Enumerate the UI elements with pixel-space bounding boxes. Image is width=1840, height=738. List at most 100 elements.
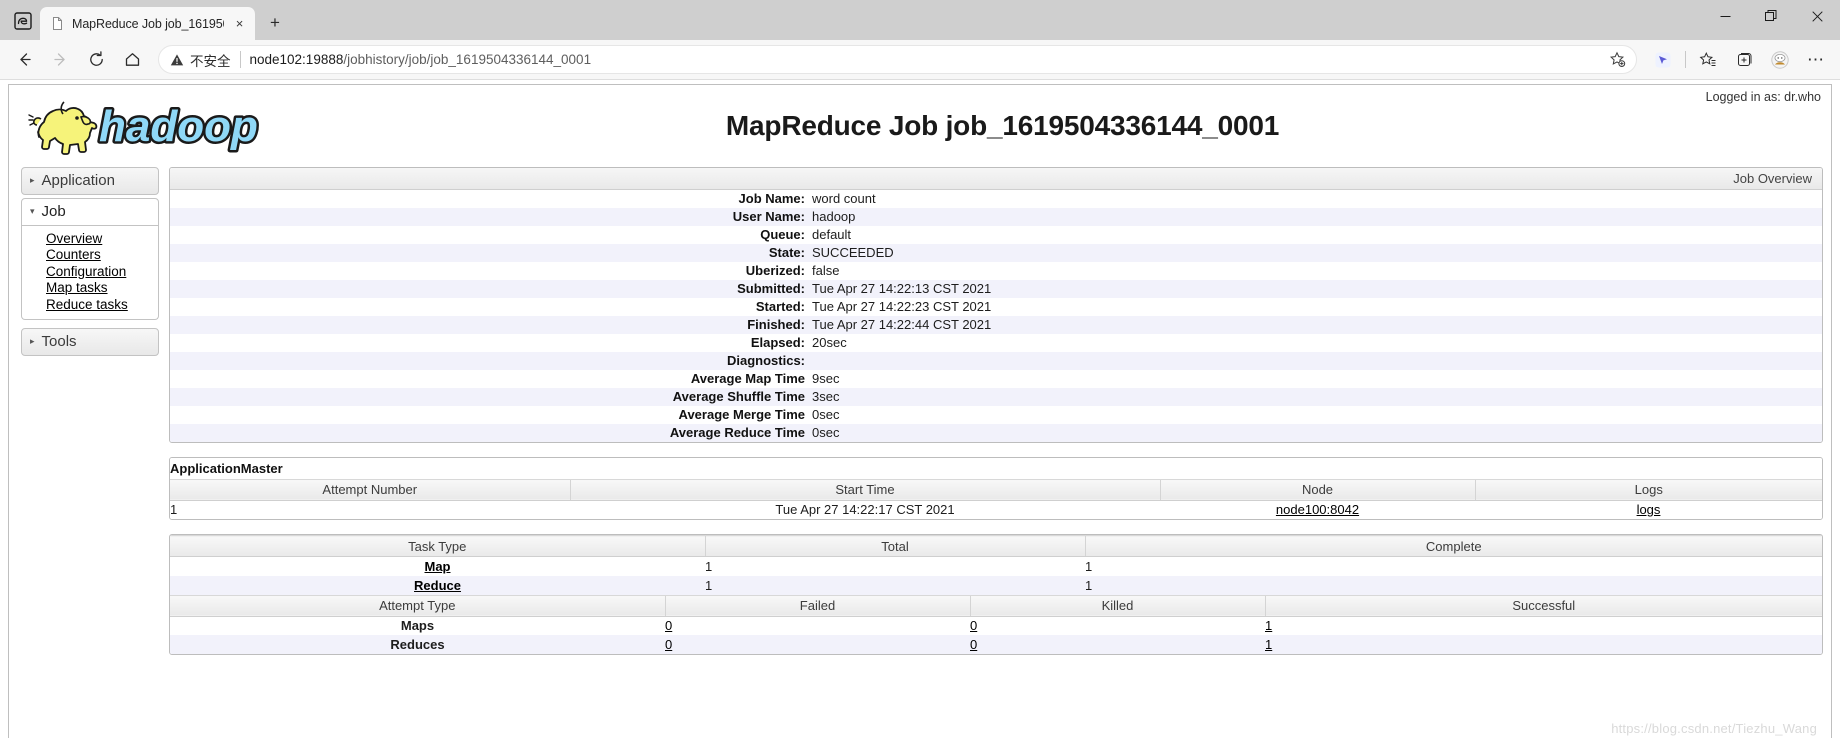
- table-row: Elapsed: 20sec: [170, 334, 1822, 352]
- row-value: Tue Apr 27 14:22:44 CST 2021: [812, 317, 992, 332]
- favorites-icon[interactable]: [1691, 45, 1725, 75]
- new-tab-button[interactable]: +: [260, 9, 290, 37]
- row-value: 0sec: [812, 407, 840, 422]
- table-row: Average Reduce Time 0sec: [170, 424, 1822, 442]
- column-header-total: Total: [704, 535, 1085, 557]
- sidebar-nav: ▸ Application ▾ Job Overview Counters Co…: [9, 167, 159, 359]
- row-value: hadoop: [812, 209, 856, 224]
- cell-successful: 1: [1265, 635, 1822, 654]
- sidebar-section-tools: ▸ Tools: [21, 327, 159, 356]
- table-row: 1 Tue Apr 27 14:22:17 CST 2021 node100:8…: [170, 500, 1822, 519]
- window-close-button[interactable]: [1794, 0, 1840, 32]
- node-link[interactable]: node100:8042: [1276, 502, 1359, 517]
- table-row: Reduce 1 1: [170, 575, 1822, 595]
- main-content: Job Overview Job Name: word count User N…: [159, 167, 1831, 655]
- add-favorite-icon[interactable]: [1604, 51, 1630, 68]
- chevron-right-icon: ▸: [30, 175, 35, 185]
- column-header-attempt-number: Attempt Number: [170, 478, 570, 501]
- svg-text:hadoop: hadoop: [99, 102, 258, 151]
- security-status-text: 不安全: [190, 53, 231, 69]
- job-overview-panel: Job Overview Job Name: word count User N…: [169, 167, 1823, 443]
- column-header-task-type: Task Type: [170, 535, 705, 557]
- row-key: Job Name:: [738, 191, 805, 206]
- back-button[interactable]: [7, 45, 41, 75]
- address-bar[interactable]: 不安全 node102:19888/jobhistory/job/job_161…: [158, 45, 1637, 74]
- sidebar-link-reduce-tasks[interactable]: Reduce tasks: [46, 296, 158, 313]
- reduces-failed-link[interactable]: 0: [665, 637, 672, 652]
- row-value: 20sec: [812, 335, 847, 350]
- cell-task-type: Reduce: [170, 576, 705, 595]
- row-key: Started:: [755, 299, 805, 314]
- cell-start-time: Tue Apr 27 14:22:17 CST 2021: [775, 502, 955, 518]
- tab-close-icon[interactable]: ×: [231, 15, 248, 32]
- table-row: Maps 0 0 1: [170, 616, 1822, 635]
- collections-icon[interactable]: [1727, 45, 1761, 75]
- cell-node: node100:8042: [1160, 500, 1475, 519]
- row-key: Average Shuffle Time: [672, 389, 805, 404]
- application-master-panel: ApplicationMaster Attempt Number Start T…: [169, 457, 1823, 520]
- browser-toolbar: 不安全 node102:19888/jobhistory/job/job_161…: [0, 40, 1840, 80]
- settings-more-icon[interactable]: ⋯: [1799, 45, 1833, 75]
- maps-killed-link[interactable]: 0: [970, 618, 977, 633]
- reduce-tasks-link[interactable]: Reduce: [414, 578, 461, 593]
- table-row: State: SUCCEEDED: [170, 244, 1822, 262]
- table-row: Submitted: Tue Apr 27 14:22:13 CST 2021: [170, 280, 1822, 298]
- reload-button[interactable]: [79, 45, 113, 75]
- column-header-failed: Failed: [664, 594, 970, 617]
- browser-tab[interactable]: MapReduce Job job_1619504336 ×: [40, 7, 255, 40]
- table-row: Reduces 0 0 1: [170, 635, 1822, 654]
- sidebar-item-tools[interactable]: ▸ Tools: [21, 327, 159, 356]
- cell-logs: logs: [1475, 500, 1822, 519]
- table-row: Diagnostics:: [170, 352, 1822, 370]
- table-row: Job Name: word count: [170, 190, 1822, 208]
- row-key: Submitted:: [737, 281, 805, 296]
- row-key: Average Merge Time: [678, 407, 805, 422]
- cell-failed: 0: [665, 635, 970, 654]
- url-host: node102:19888: [249, 52, 344, 67]
- column-header-node: Node: [1159, 478, 1475, 501]
- profile-avatar-icon[interactable]: [1763, 45, 1797, 75]
- browser-window: MapReduce Job job_1619504336 × +: [0, 0, 1840, 738]
- column-header-logs: Logs: [1474, 478, 1822, 501]
- sidebar-link-counters[interactable]: Counters: [46, 247, 158, 264]
- page-favicon-icon: [50, 16, 65, 31]
- home-button[interactable]: [115, 45, 149, 75]
- cell-killed: 0: [970, 635, 1265, 654]
- chevron-right-icon: ▸: [30, 335, 35, 346]
- application-master-section-header: ApplicationMaster: [170, 458, 1822, 479]
- row-key: Elapsed:: [750, 335, 805, 350]
- reduces-successful-link[interactable]: 1: [1265, 637, 1272, 652]
- cell-total: 1: [705, 577, 713, 593]
- forward-button: [43, 45, 77, 75]
- sidebar-link-configuration[interactable]: Configuration: [46, 263, 158, 280]
- sidebar-link-map-tasks[interactable]: Map tasks: [46, 280, 158, 297]
- map-tasks-link[interactable]: Map: [425, 559, 451, 574]
- sidebar-item-job[interactable]: ▾ Job: [21, 198, 159, 226]
- cell-task-type: Map: [170, 557, 705, 576]
- hadoop-logo-icon[interactable]: hadoop hadoop: [25, 93, 285, 155]
- maps-successful-link[interactable]: 1: [1265, 618, 1272, 633]
- window-minimize-button[interactable]: [1702, 0, 1748, 32]
- table-row: Average Merge Time 0sec: [170, 406, 1822, 424]
- cell-attempt-type: Maps: [400, 618, 435, 634]
- sidebar-item-label: Application: [41, 172, 115, 189]
- column-header-attempt-type: Attempt Type: [170, 594, 665, 617]
- sidebar-item-application[interactable]: ▸ Application: [21, 167, 159, 195]
- row-value: Tue Apr 27 14:22:13 CST 2021: [812, 281, 992, 296]
- page-title: MapReduce Job job_1619504336144_0001: [725, 110, 1280, 141]
- logs-link[interactable]: logs: [1637, 502, 1661, 517]
- edge-app-icon: [6, 4, 40, 38]
- not-secure-warning-icon: [170, 53, 184, 67]
- extension-icon[interactable]: [1646, 45, 1680, 75]
- cell-killed: 0: [970, 616, 1265, 635]
- table-row: Queue: default: [170, 226, 1822, 244]
- sidebar-link-overview[interactable]: Overview: [46, 230, 158, 247]
- job-overview-title: Job Overview: [170, 168, 1822, 190]
- row-value: 9sec: [812, 371, 840, 386]
- window-maximize-button[interactable]: [1748, 0, 1794, 32]
- maps-failed-link[interactable]: 0: [665, 618, 672, 633]
- cell-complete: 1: [1085, 558, 1093, 574]
- row-value: [812, 352, 1822, 370]
- sidebar-item-label: Tools: [41, 332, 77, 350]
- reduces-killed-link[interactable]: 0: [970, 637, 977, 652]
